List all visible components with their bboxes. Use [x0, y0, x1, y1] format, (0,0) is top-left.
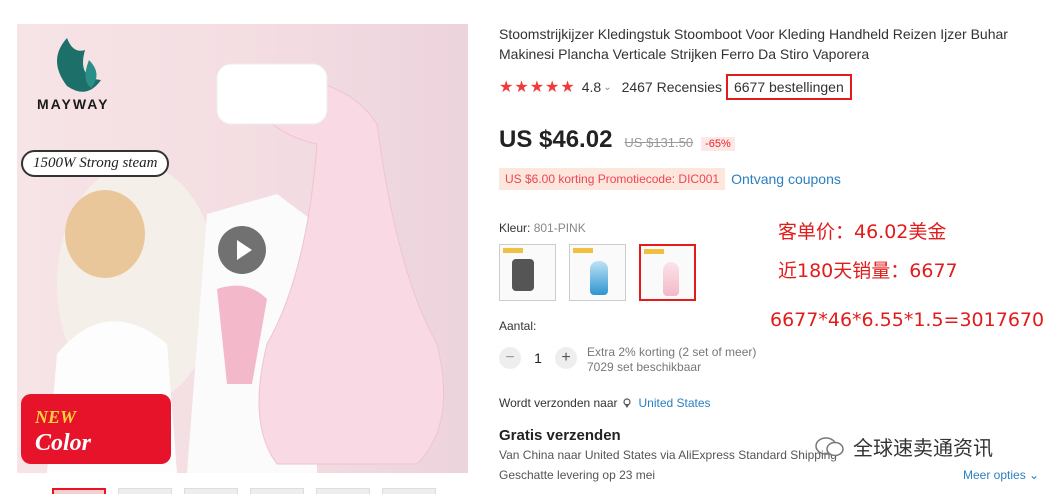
color-swatch[interactable] — [569, 244, 626, 301]
video-play-button[interactable] — [218, 226, 266, 274]
power-badge: 1500W Strong steam — [21, 150, 170, 177]
product-main-image[interactable]: MAYWAY 1500W Strong steam NEW Color — [17, 24, 468, 473]
more-options-label: Meer opties — [963, 468, 1026, 482]
ship-to-row: Wordt verzonden naar United States — [499, 396, 711, 410]
thumbnail[interactable] — [52, 488, 106, 494]
stock-available: 7029 set beschikbaar — [587, 360, 702, 374]
color-swatch[interactable] — [499, 244, 556, 301]
get-coupons-link[interactable]: Ontvang coupons — [731, 171, 841, 187]
orders-count: 6677 bestellingen — [725, 74, 852, 100]
shipping-method: Van China naar United States via AliExpr… — [499, 448, 837, 462]
color-label: Color — [35, 430, 92, 456]
promo-code: US $6.00 korting Promotiecode: DIC001 — [499, 168, 726, 190]
wechat-icon — [815, 436, 844, 456]
watermark-text: 全球速卖通资讯 — [853, 436, 993, 460]
more-options-link[interactable]: Meer opties ⌄ — [963, 468, 1039, 482]
star-rating-icon: ★★★★★ — [499, 79, 576, 96]
quantity-stepper: − 1 + — [499, 347, 577, 369]
quantity-discount: Extra 2% korting (2 set of meer) — [587, 345, 757, 359]
price-row: US $46.02 US $131.50 -65% — [499, 126, 735, 154]
discount-badge: -65% — [701, 137, 735, 151]
thumbnail[interactable] — [316, 488, 370, 494]
chevron-down-icon[interactable]: ⌄ — [603, 82, 611, 93]
free-shipping-heading: Gratis verzenden — [499, 427, 621, 444]
new-color-badge: NEW Color — [21, 394, 171, 464]
thumbnail[interactable] — [184, 488, 238, 494]
quantity-value[interactable]: 1 — [521, 350, 555, 366]
ship-to-country-link[interactable]: United States — [639, 396, 711, 410]
annotation-sales-180: 近180天销量：6677 — [778, 260, 958, 282]
rating-row: ★★★★★ 4.8 ⌄ 2467 Recensies 6677 bestelli… — [499, 74, 852, 100]
thumbnail-strip — [52, 488, 436, 494]
reviews-count[interactable]: 2467 Recensies — [622, 79, 722, 95]
quantity-label: Aantal: — [499, 319, 537, 333]
color-label-text: Kleur: — [499, 221, 531, 235]
watermark: 全球速卖通资讯 — [815, 432, 993, 461]
decrease-button[interactable]: − — [499, 347, 521, 369]
chevron-down-icon: ⌄ — [1029, 468, 1040, 482]
color-swatch-selected[interactable] — [639, 244, 696, 301]
selected-color-value: 801-PINK — [533, 221, 586, 235]
original-price: US $131.50 — [624, 135, 694, 150]
brand-logo-text: MAYWAY — [37, 96, 110, 112]
thumbnail[interactable] — [250, 488, 304, 494]
annotation-unit-price: 客单价：46.02美金 — [778, 221, 947, 243]
annotation-formula: 6677*46*6.55*1.5=3017670 — [770, 309, 1045, 331]
ship-to-label: Wordt verzonden naar — [499, 396, 618, 410]
new-label: NEW — [35, 407, 77, 427]
location-pin-icon — [622, 398, 631, 408]
thumbnail[interactable] — [118, 488, 172, 494]
rating-value[interactable]: 4.8 — [582, 79, 601, 95]
thumbnail[interactable] — [382, 488, 436, 494]
current-price: US $46.02 — [499, 126, 613, 153]
color-selector-label: Kleur: 801-PINK — [499, 221, 586, 235]
quantity-info: Extra 2% korting (2 set of meer) 7029 se… — [587, 345, 756, 375]
delivery-estimate: Geschatte levering op 23 mei — [499, 468, 656, 482]
product-title: Stoomstrijkijzer Kledingstuk Stoomboot V… — [499, 26, 1008, 62]
increase-button[interactable]: + — [555, 347, 577, 369]
coupon-row: US $6.00 korting Promotiecode: DIC001 On… — [499, 168, 841, 190]
color-swatches — [499, 244, 696, 301]
